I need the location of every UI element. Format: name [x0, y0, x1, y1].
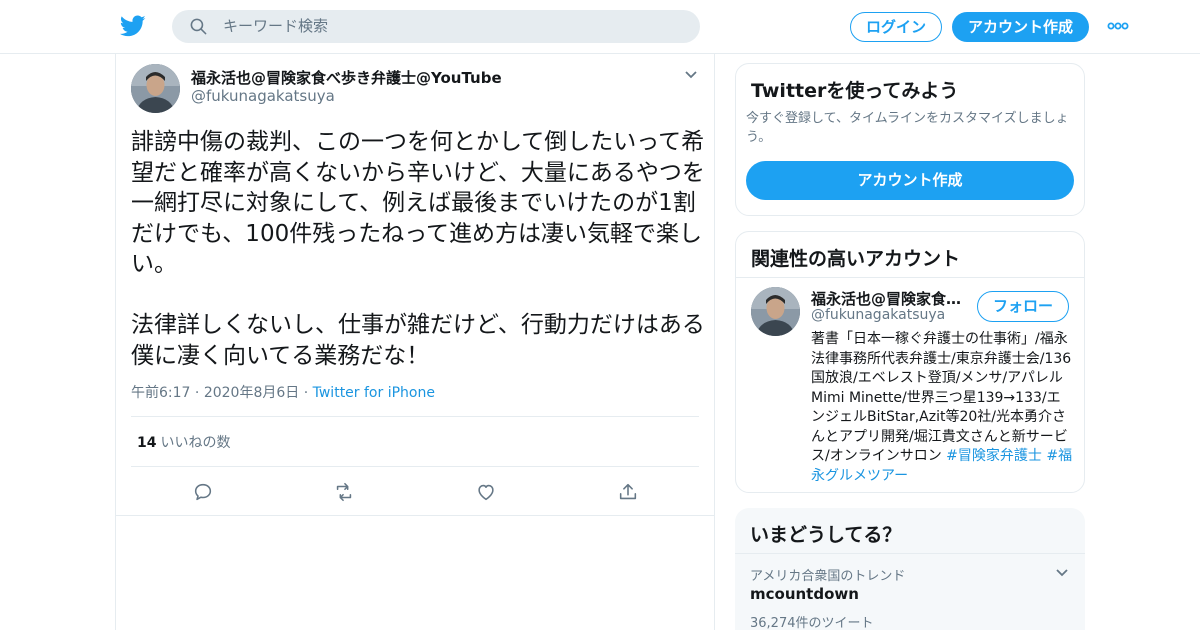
author-name[interactable]: 福永活也@冒険家食べ歩き弁護士@YouTube — [191, 67, 502, 88]
signup-card-description: 今すぐ登録して、タイムラインをカスタマイズしましょう。 — [746, 111, 1069, 145]
trend-item[interactable]: mcountdown — [750, 585, 859, 603]
signup-card: Twitterを使ってみよう 今すぐ登録して、タイムラインをカスタマイズしましょ… — [735, 63, 1085, 216]
meta-separator: · — [303, 385, 313, 401]
signup-card-title: Twitterを使ってみよう — [751, 80, 959, 102]
search-placeholder: キーワード検索 — [223, 17, 329, 35]
signup-button[interactable]: アカウント作成 — [952, 12, 1089, 42]
avatar[interactable] — [131, 64, 180, 113]
signup-card-button[interactable]: アカウント作成 — [746, 161, 1074, 200]
trend-location: アメリカ合衆国のトレンド — [750, 569, 906, 584]
like-heart-icon[interactable] — [475, 481, 497, 503]
search-icon — [190, 18, 207, 35]
likes-stat[interactable]: 14 いいねの数 — [137, 432, 230, 452]
trend-tweet-count: 36,274件のツイート — [750, 616, 874, 630]
divider — [131, 466, 699, 467]
avatar-photo — [751, 287, 800, 336]
search-input[interactable]: キーワード検索 — [172, 10, 700, 43]
chevron-down-icon[interactable] — [684, 70, 698, 80]
tweet-column: 福永活也@冒険家食べ歩き弁護士@YouTube @fukunagakatsuya… — [115, 54, 715, 630]
reply-icon[interactable] — [192, 481, 214, 503]
hashtag-link[interactable]: #冒険家弁護士 — [946, 448, 1042, 464]
related-title: 関連性の高いアカウント — [751, 248, 961, 270]
retweet-icon[interactable] — [333, 481, 355, 503]
trends-title: いまどうしてる？ — [750, 524, 902, 546]
tweet-source[interactable]: Twitter for iPhone — [313, 385, 435, 401]
related-name[interactable]: 福永活也@冒険家食べ歩き弁護士@YouTube — [811, 288, 971, 309]
likes-label: いいねの数 — [160, 435, 231, 451]
likes-count: 14 — [137, 435, 157, 451]
login-button[interactable]: ログイン — [850, 12, 942, 42]
related-handle[interactable]: @fukunagakatsuya — [811, 307, 945, 323]
twitter-bird-icon[interactable] — [120, 13, 146, 39]
follow-button[interactable]: フォロー — [977, 291, 1069, 322]
divider — [116, 515, 714, 516]
tweet-text: 誹謗中傷の裁判、この一つを何とかして倒したいって希望だと確率が高くないから辛いけ… — [131, 129, 705, 369]
meta-separator: · — [194, 385, 204, 401]
bio-text: 著書「日本一稼ぐ弁護士の仕事術」/福永法律事務所代表弁護士/東京弁護士会/136… — [811, 331, 1072, 464]
trends-card: いまどうしてる？ アメリカ合衆国のトレンド mcountdown 36,274件… — [735, 508, 1085, 630]
top-bar: キーワード検索 ログイン アカウント作成 — [0, 0, 1200, 54]
tweet-time[interactable]: 午前6:17 — [131, 385, 190, 401]
avatar[interactable] — [751, 287, 800, 336]
tweet-date[interactable]: 2020年8月6日 — [204, 385, 299, 401]
tweet-meta: 午前6:17 · 2020年8月6日 · Twitter for iPhone — [131, 382, 435, 402]
avatar-photo — [131, 64, 180, 113]
related-accounts-card: 関連性の高いアカウント 福永活也@冒険家食べ歩き弁護士@YouTube @fuk… — [735, 231, 1085, 493]
related-bio: 著書「日本一稼ぐ弁護士の仕事術」/福永法律事務所代表弁護士/東京弁護士会/136… — [811, 330, 1073, 486]
more-icon[interactable] — [1107, 22, 1129, 30]
divider — [131, 416, 699, 417]
chevron-down-icon[interactable] — [1055, 568, 1069, 578]
author-handle[interactable]: @fukunagakatsuya — [191, 87, 335, 105]
divider — [735, 553, 1085, 554]
divider — [736, 277, 1084, 278]
share-icon[interactable] — [617, 481, 639, 503]
